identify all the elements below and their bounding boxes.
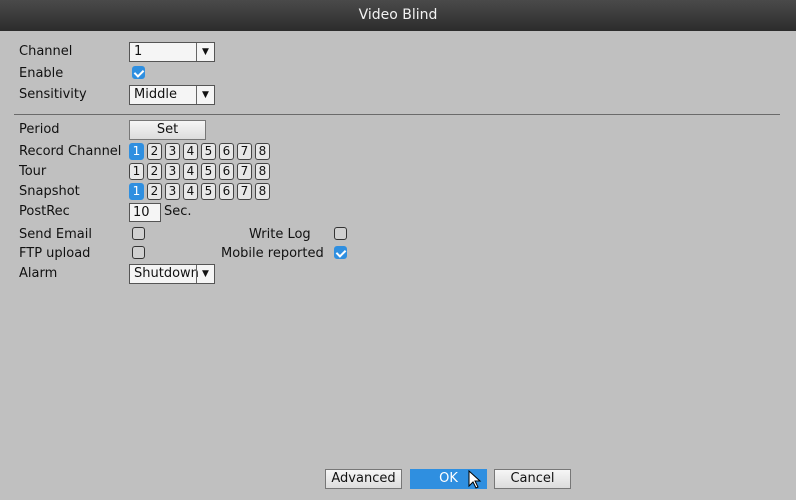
dialog-title: Video Blind bbox=[0, 0, 796, 31]
sensitivity-select[interactable]: Middle ▼ bbox=[129, 85, 215, 105]
snapshot-channel-button-3[interactable]: 3 bbox=[165, 183, 180, 200]
tour-label: Tour bbox=[19, 164, 47, 179]
mouse-cursor-icon bbox=[468, 470, 482, 489]
snapshot-channel-button-8[interactable]: 8 bbox=[255, 183, 270, 200]
record-channel-button-8[interactable]: 8 bbox=[255, 143, 270, 160]
alarm-label: Alarm bbox=[19, 266, 58, 281]
record-channel-button-2[interactable]: 2 bbox=[147, 143, 162, 160]
chevron-down-icon: ▼ bbox=[196, 265, 214, 283]
ftp-upload-label: FTP upload bbox=[19, 246, 91, 261]
write-log-label: Write Log bbox=[249, 227, 311, 242]
alarm-value: Shutdown bbox=[134, 266, 198, 281]
mobile-reported-label: Mobile reported bbox=[221, 246, 324, 261]
snapshot-channel-button-1[interactable]: 1 bbox=[129, 183, 144, 200]
postrec-input[interactable]: 10 bbox=[129, 203, 161, 222]
snapshot-channel-button-4[interactable]: 4 bbox=[183, 183, 198, 200]
record-channel-button-4[interactable]: 4 bbox=[183, 143, 198, 160]
write-log-checkbox[interactable] bbox=[334, 227, 347, 240]
record-channel-label: Record Channel bbox=[19, 144, 122, 159]
sensitivity-label: Sensitivity bbox=[19, 87, 87, 102]
tour-channel-button-3[interactable]: 3 bbox=[165, 163, 180, 180]
channel-value: 1 bbox=[134, 44, 143, 59]
record-channel-button-6[interactable]: 6 bbox=[219, 143, 234, 160]
snapshot-channel-button-7[interactable]: 7 bbox=[237, 183, 252, 200]
tour-channel-button-8[interactable]: 8 bbox=[255, 163, 270, 180]
tour-channel-button-2[interactable]: 2 bbox=[147, 163, 162, 180]
snapshot-channel-button-2[interactable]: 2 bbox=[147, 183, 162, 200]
period-set-button[interactable]: Set bbox=[129, 120, 206, 140]
channel-select[interactable]: 1 ▼ bbox=[129, 42, 215, 62]
chevron-down-icon: ▼ bbox=[196, 43, 214, 61]
tour-channel-selector: 12345678 bbox=[129, 163, 273, 180]
section-divider bbox=[14, 114, 780, 115]
tour-channel-button-5[interactable]: 5 bbox=[201, 163, 216, 180]
record-channel-button-1[interactable]: 1 bbox=[129, 143, 144, 160]
period-label: Period bbox=[19, 122, 60, 137]
tour-channel-button-7[interactable]: 7 bbox=[237, 163, 252, 180]
tour-channel-button-1[interactable]: 1 bbox=[129, 163, 144, 180]
cancel-button[interactable]: Cancel bbox=[494, 469, 571, 489]
record-channel-button-3[interactable]: 3 bbox=[165, 143, 180, 160]
ftp-upload-checkbox[interactable] bbox=[132, 246, 145, 259]
send-email-checkbox[interactable] bbox=[132, 227, 145, 240]
chevron-down-icon: ▼ bbox=[196, 86, 214, 104]
alarm-select[interactable]: Shutdown ▼ bbox=[129, 264, 215, 284]
postrec-unit: Sec. bbox=[164, 204, 192, 219]
send-email-label: Send Email bbox=[19, 227, 92, 242]
channel-label: Channel bbox=[19, 44, 73, 59]
record-channel-selector: 12345678 bbox=[129, 143, 273, 160]
tour-channel-button-6[interactable]: 6 bbox=[219, 163, 234, 180]
snapshot-label: Snapshot bbox=[19, 184, 80, 199]
advanced-button[interactable]: Advanced bbox=[325, 469, 402, 489]
record-channel-button-5[interactable]: 5 bbox=[201, 143, 216, 160]
record-channel-button-7[interactable]: 7 bbox=[237, 143, 252, 160]
mobile-reported-checkbox[interactable] bbox=[334, 246, 347, 259]
snapshot-channel-button-5[interactable]: 5 bbox=[201, 183, 216, 200]
tour-channel-button-4[interactable]: 4 bbox=[183, 163, 198, 180]
enable-label: Enable bbox=[19, 66, 64, 81]
enable-checkbox[interactable] bbox=[132, 66, 145, 79]
snapshot-channel-selector: 12345678 bbox=[129, 183, 273, 200]
snapshot-channel-button-6[interactable]: 6 bbox=[219, 183, 234, 200]
postrec-label: PostRec bbox=[19, 204, 70, 219]
sensitivity-value: Middle bbox=[134, 87, 177, 102]
video-blind-dialog: Video Blind Channel 1 ▼ Enable Sensitivi… bbox=[0, 0, 796, 500]
